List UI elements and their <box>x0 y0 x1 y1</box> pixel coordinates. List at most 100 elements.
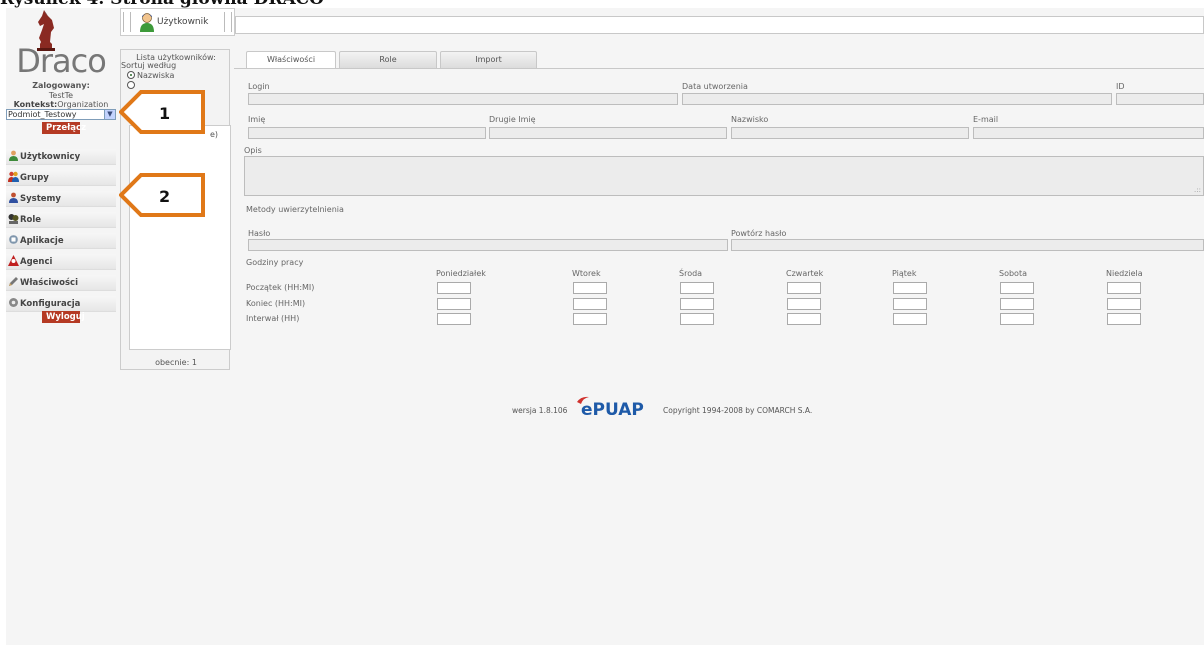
first-name-label: Imię <box>248 115 266 124</box>
sidebar-item-6[interactable]: Agenci <box>6 254 116 270</box>
user-list-sort-label: Sortuj według <box>121 61 177 70</box>
id-field[interactable] <box>1116 93 1204 105</box>
app-logo-text: Draco <box>16 42 107 80</box>
context-value: Organization <box>57 100 109 109</box>
pencil-icon <box>9 277 18 286</box>
toolbar-title: Użytkownik <box>157 17 209 27</box>
sidebar-item-1[interactable]: Użytkownicy <box>6 149 116 165</box>
sort-by-other-radio[interactable] <box>127 81 135 89</box>
chevron-down-icon[interactable]: ▼ <box>104 110 115 119</box>
context-select[interactable]: Podmiot_Testowy ▼ <box>6 109 116 120</box>
day-header: Niedziela <box>1106 269 1143 278</box>
password-repeat-field[interactable] <box>731 239 1204 251</box>
sidebar-item-label: Aplikacje <box>20 236 64 246</box>
toolbar-user-tab[interactable]: Użytkownik <box>120 8 235 36</box>
sidebar-item-label: Systemy <box>20 194 61 204</box>
password-repeat-label: Powtórz hasło <box>731 229 787 238</box>
work-hours-input[interactable] <box>1000 298 1034 310</box>
work-hours-input[interactable] <box>1000 282 1034 294</box>
grip-left-icon <box>123 12 131 32</box>
sidebar-item-7[interactable]: Właściwości <box>6 275 116 291</box>
sidebar-item-label: Agenci <box>20 257 53 267</box>
callout-1: 1 <box>119 90 205 134</box>
group-icon <box>8 171 19 182</box>
work-hours-row-label: Koniec (HH:MI) <box>246 299 306 308</box>
last-name-label: Nazwisko <box>731 115 769 124</box>
sidebar-item-8[interactable]: Konfiguracja <box>6 296 116 312</box>
user-list-fragment: e) <box>210 130 219 139</box>
first-name-field[interactable] <box>248 127 486 139</box>
work-hours-input[interactable] <box>437 282 471 294</box>
created-date-field[interactable] <box>682 93 1112 105</box>
sidebar-item-label: Właściwości <box>20 278 78 288</box>
logout-button[interactable]: Wyloguj <box>42 311 85 323</box>
user-details-panel: Właściwości Role Import Login Data utwor… <box>234 49 1204 339</box>
work-hours-input[interactable] <box>787 298 821 310</box>
context-select-value: Podmiot_Testowy <box>8 110 77 119</box>
description-label: Opis <box>244 146 262 155</box>
copyright-text: Copyright 1994-2008 by COMARCH S.A. <box>663 406 813 415</box>
login-field[interactable] <box>248 93 678 105</box>
user-list-count: obecnie: 1 <box>155 358 197 367</box>
tab-roles[interactable]: Role <box>339 51 437 68</box>
grip-right-icon <box>224 12 232 32</box>
auth-methods-label: Metody uwierzytelnienia <box>246 205 344 214</box>
password-field[interactable] <box>248 239 728 251</box>
work-hours-input[interactable] <box>893 313 927 325</box>
sidebar-item-3[interactable]: Systemy <box>6 191 116 207</box>
work-hours-input[interactable] <box>680 282 714 294</box>
agent-icon <box>8 255 19 266</box>
work-hours-input[interactable] <box>1107 282 1141 294</box>
day-header: Poniedziałek <box>436 269 486 278</box>
context-label: Kontekst: <box>13 100 58 109</box>
config-icon <box>9 298 18 307</box>
work-hours-input[interactable] <box>893 282 927 294</box>
work-hours-input[interactable] <box>437 313 471 325</box>
resize-handle-icon[interactable]: .:: <box>1194 186 1201 194</box>
work-hours-input[interactable] <box>573 313 607 325</box>
middle-name-field[interactable] <box>489 127 727 139</box>
application-icon <box>9 235 18 244</box>
callout-2-number: 2 <box>159 187 170 206</box>
work-hours-input[interactable] <box>1000 313 1034 325</box>
email-field[interactable] <box>973 127 1204 139</box>
created-date-label: Data utworzenia <box>682 82 748 91</box>
version-text: wersja 1.8.106 <box>512 406 568 415</box>
work-hours-input[interactable] <box>680 313 714 325</box>
last-name-field[interactable] <box>731 127 969 139</box>
user-icon <box>9 150 18 161</box>
work-hours-input[interactable] <box>893 298 927 310</box>
sidebar-item-5[interactable]: Aplikacje <box>6 233 116 249</box>
system-icon <box>9 192 18 203</box>
logged-in-label: Zalogowany: <box>32 81 90 90</box>
work-hours-input[interactable] <box>1107 313 1141 325</box>
id-label: ID <box>1116 82 1125 91</box>
work-hours-input[interactable] <box>437 298 471 310</box>
tab-import[interactable]: Import <box>440 51 537 68</box>
work-hours-input[interactable] <box>573 298 607 310</box>
day-header: Czwartek <box>786 269 824 278</box>
description-textarea[interactable]: .:: <box>244 156 1204 196</box>
sidebar-item-label: Użytkownicy <box>20 152 81 162</box>
sidebar-item-label: Grupy <box>20 173 49 183</box>
user-list-box[interactable]: e) <box>129 125 231 350</box>
work-hours-input[interactable] <box>1107 298 1141 310</box>
work-hours-input[interactable] <box>573 282 607 294</box>
work-hours-input[interactable] <box>680 298 714 310</box>
epuap-logo-text: ePUAP <box>581 400 644 419</box>
switch-context-button[interactable]: Przełącz <box>42 122 86 134</box>
context-info: Kontekst:Organization <box>6 100 116 109</box>
work-hours-row-label: Interwał (HH) <box>246 314 300 323</box>
tab-properties[interactable]: Właściwości <box>246 51 336 68</box>
sidebar-item-2[interactable]: Grupy <box>6 170 116 186</box>
sort-by-lastname-radio[interactable] <box>127 71 135 79</box>
user-icon <box>140 13 154 32</box>
sidebar-item-4[interactable]: Role <box>6 212 116 228</box>
middle-name-label: Drugie Imię <box>489 115 536 124</box>
role-icon <box>8 214 19 224</box>
work-hours-input[interactable] <box>787 313 821 325</box>
work-hours-input[interactable] <box>787 282 821 294</box>
work-hours-label: Godziny pracy <box>246 258 304 267</box>
day-header: Piątek <box>892 269 917 278</box>
tab-divider <box>234 68 1204 69</box>
